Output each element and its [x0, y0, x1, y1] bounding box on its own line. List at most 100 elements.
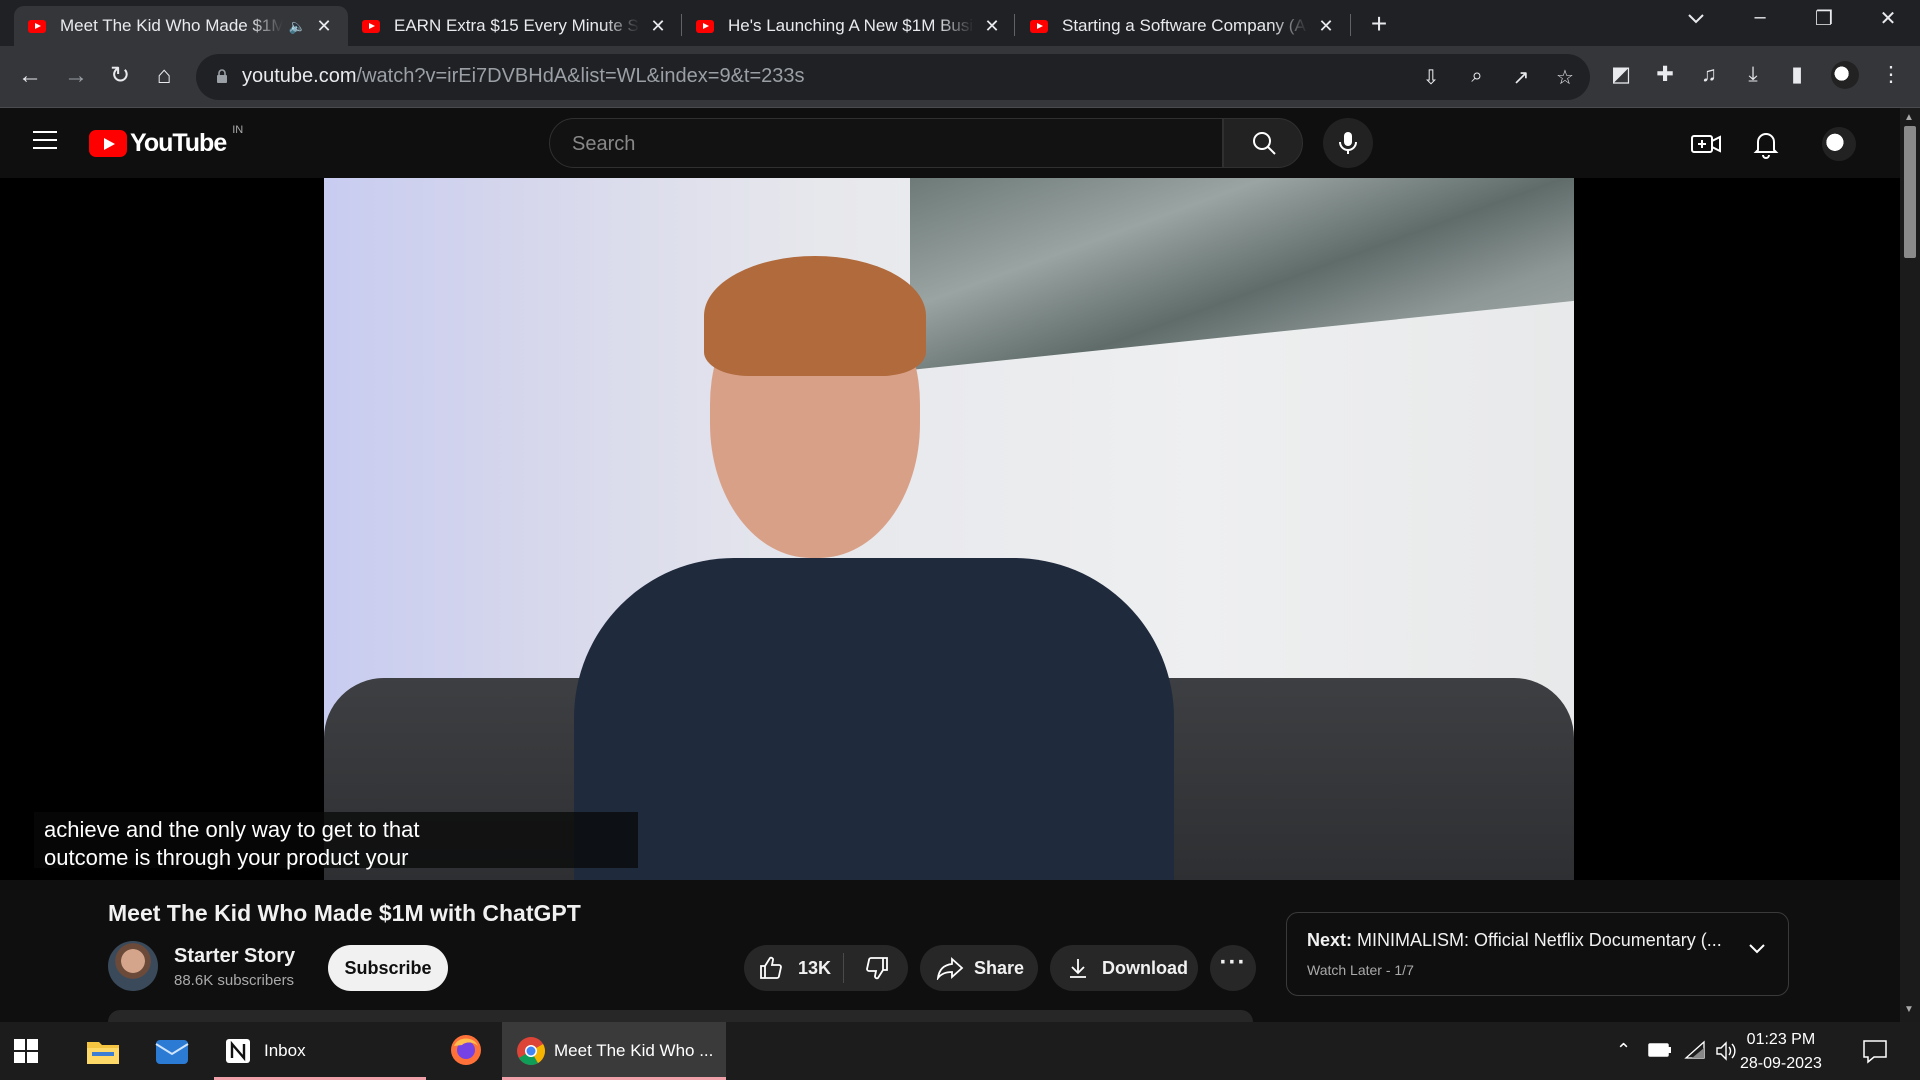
media-control-icon[interactable]: ♫ [1694, 60, 1724, 90]
share-arrow-icon [936, 956, 964, 980]
tab-divider [1350, 14, 1351, 36]
extension-icon[interactable]: ◩ [1606, 60, 1636, 90]
youtube-play-logo-icon [89, 130, 127, 157]
voice-search-button[interactable] [1323, 118, 1373, 168]
restore-button[interactable]: ❐ [1806, 6, 1842, 31]
notification-center-icon[interactable] [1862, 1038, 1888, 1064]
home-button[interactable]: ⌂ [146, 58, 182, 94]
video-scene-person-body [574, 558, 1174, 880]
download-label: Download [1102, 957, 1188, 978]
new-tab-button[interactable]: + [1364, 8, 1394, 40]
file-explorer-icon[interactable] [86, 1036, 120, 1066]
thumbs-down-icon [866, 957, 888, 980]
youtube-wordmark: YouTube [130, 129, 227, 157]
taskbar-chrome-window[interactable]: Meet The Kid Who ... [502, 1022, 726, 1080]
install-app-icon[interactable]: ⇩ [1418, 65, 1444, 90]
side-panel-icon[interactable]: ▮ [1782, 60, 1812, 90]
back-button[interactable]: ← [12, 58, 48, 94]
windows-start-icon[interactable] [14, 1039, 38, 1063]
dislike-button[interactable] [842, 955, 890, 981]
tab-title: Meet The Kid Who Made $1M with ChatGPT [60, 16, 283, 35]
battery-icon[interactable] [1648, 1042, 1672, 1058]
channel-name[interactable]: Starter Story [174, 945, 295, 968]
lock-icon [217, 69, 227, 83]
share-page-icon[interactable]: ↗ [1508, 65, 1534, 90]
menu-hamburger-icon[interactable] [33, 131, 57, 153]
browser-tab-1[interactable]: Meet The Kid Who Made $1M with ChatGPT 🔈… [14, 6, 348, 46]
browser-tab-3[interactable]: He's Launching A New $1M Business ✕ [682, 6, 1016, 46]
video-player[interactable]: achieve and the only way to get to that … [0, 178, 1900, 880]
mail-app-icon[interactable] [154, 1034, 190, 1068]
browser-toolbar: ← → ↻ ⌂ youtube.com/watch?v=irEi7DVBHdA&… [0, 46, 1920, 108]
youtube-logo[interactable]: YouTube IN [89, 124, 243, 158]
browser-tab-bar: Meet The Kid Who Made $1M with ChatGPT 🔈… [0, 0, 1920, 46]
subscribe-button[interactable]: Subscribe [328, 945, 448, 991]
close-tab-icon[interactable]: ✕ [1316, 16, 1336, 37]
download-button[interactable]: Download [1050, 945, 1198, 991]
create-video-icon[interactable] [1690, 128, 1722, 160]
closed-caption-box: achieve and the only way to get to that … [34, 812, 638, 870]
share-button[interactable]: Share [920, 945, 1038, 991]
notifications-bell-icon[interactable] [1750, 128, 1782, 160]
extensions-puzzle-icon[interactable]: ✚ [1650, 60, 1680, 90]
download-arrow-icon [1070, 959, 1086, 978]
browser-tab-2[interactable]: EARN Extra $15 Every Minute SELLING ✕ [348, 6, 682, 46]
system-clock[interactable]: 01:23 PM 28-09-2023 [1740, 1028, 1822, 1076]
close-window-button[interactable]: ✕ [1870, 6, 1906, 31]
search-input[interactable]: Search [549, 118, 1223, 168]
scroll-down-arrow-icon[interactable]: ▼ [1904, 1004, 1914, 1015]
firefox-icon[interactable] [448, 1032, 484, 1068]
bookmark-star-icon[interactable]: ☆ [1552, 65, 1578, 90]
close-tab-icon[interactable]: ✕ [648, 16, 668, 37]
like-button[interactable]: 13K [744, 955, 842, 981]
volume-icon[interactable] [1714, 1040, 1738, 1062]
video-scene-painting [910, 178, 1574, 370]
playlist-next-panel[interactable]: Next: MINIMALISM: Official Netflix Docum… [1286, 912, 1789, 996]
search-icon [1253, 132, 1276, 155]
share-label: Share [974, 957, 1025, 978]
account-avatar[interactable] [1822, 127, 1856, 161]
playlist-info: Watch Later - 1/7 [1307, 962, 1414, 978]
speaker-icon[interactable]: 🔈 [289, 18, 306, 35]
scroll-up-arrow-icon[interactable]: ▲ [1904, 112, 1914, 123]
taskbar-notion-inbox[interactable]: Inbox [214, 1022, 426, 1080]
browser-tab-4[interactable]: Starting a Software Company (AI ✕ [1016, 6, 1350, 46]
more-dots-icon: ··· [1219, 949, 1247, 976]
next-video-title: MINIMALISM: Official Netflix Documentary… [1357, 930, 1722, 950]
profile-avatar-icon[interactable] [1830, 60, 1860, 90]
thumbs-up-icon [760, 956, 782, 979]
scrollbar-thumb[interactable] [1904, 126, 1916, 258]
youtube-favicon-icon [1030, 19, 1048, 33]
channel-avatar[interactable] [108, 941, 158, 991]
reload-button[interactable]: ↻ [102, 58, 138, 94]
search-placeholder: Search [572, 133, 636, 155]
like-divider [843, 953, 844, 983]
video-scene-person-hair [704, 256, 926, 376]
close-tab-icon[interactable]: ✕ [314, 16, 334, 37]
youtube-favicon-icon [28, 19, 46, 33]
zoom-icon[interactable]: ⌕ [1464, 65, 1490, 88]
minimize-button[interactable]: – [1742, 6, 1778, 29]
taskbar-inbox-label: Inbox [264, 1041, 306, 1060]
url-text[interactable]: youtube.com/watch?v=irEi7DVBHdA&list=WL&… [242, 65, 805, 88]
url-path: /watch?v=irEi7DVBHdA&list=WL&index=9&t=2… [356, 65, 805, 87]
expand-chevron-icon[interactable] [1747, 939, 1767, 959]
video-frame[interactable] [324, 178, 1574, 880]
clock-date: 28-09-2023 [1740, 1055, 1822, 1072]
address-bar[interactable]: youtube.com/watch?v=irEi7DVBHdA&list=WL&… [196, 54, 1590, 100]
close-tab-icon[interactable]: ✕ [982, 16, 1002, 37]
tab-title: Starting a Software Company (AI [1062, 16, 1308, 35]
chrome-menu-icon[interactable]: ⋮ [1876, 60, 1906, 90]
tab-divider [1014, 14, 1015, 36]
tab-title: EARN Extra $15 Every Minute SELLING [394, 16, 640, 35]
search-button[interactable] [1223, 118, 1303, 168]
tab-search-chevron-icon[interactable] [1678, 8, 1714, 31]
page-scrollbar[interactable]: ▲ ▼ [1900, 108, 1920, 1022]
network-icon[interactable] [1684, 1040, 1706, 1060]
clock-time: 01:23 PM [1746, 1031, 1816, 1048]
youtube-header: YouTube IN Search [0, 108, 1900, 178]
show-hidden-icons-chevron[interactable]: ⌃ [1616, 1040, 1631, 1061]
more-actions-button[interactable]: ··· [1210, 945, 1256, 991]
downloads-icon[interactable]: ⤓ [1738, 60, 1768, 90]
forward-button[interactable]: → [58, 58, 94, 94]
